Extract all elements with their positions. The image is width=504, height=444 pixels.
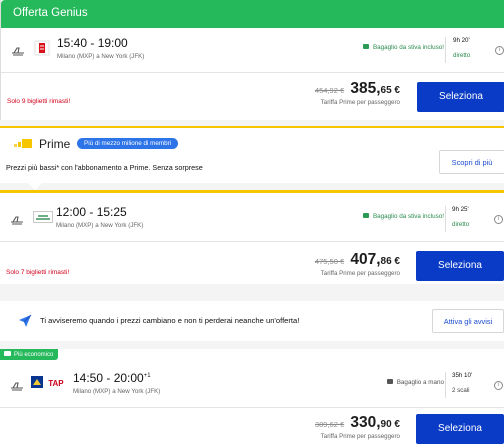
price-block: 454,92 € 385,65 € Tariffa Prime per pass… [315, 80, 400, 106]
baggage-icon [362, 213, 369, 218]
baggage-info: Bagaglio a mano [386, 379, 444, 386]
price-cents: 65 € [380, 85, 400, 96]
divider [445, 206, 446, 232]
price: 330,90 € [350, 414, 400, 431]
flight-segment[interactable]: TAP 14:50 - 20:00+1 Milano (MXP) a New Y… [0, 369, 504, 405]
flight-route: Milano (MXP) a New York (JFK) [73, 388, 161, 395]
divider [445, 372, 446, 398]
flight-times: 12:00 - 15:25 [56, 205, 127, 219]
divider [0, 241, 504, 242]
genius-offer-banner: Offerta Genius [1, 0, 504, 28]
members-badge: Più di mezzo milione di membri [77, 138, 179, 149]
prime-logo [14, 138, 32, 148]
flight-card-1: Offerta Genius 15:40 - 19:00 Milano (MXP… [0, 0, 504, 120]
banner-pointer [28, 183, 42, 190]
alert-bell-icon [18, 314, 32, 327]
fare-note: Tariffa Prime per passeggero [320, 99, 400, 106]
flight-times-main: 14:50 - 20:00 [73, 371, 144, 385]
info-icon[interactable]: i [495, 46, 504, 55]
price-block: 389,62 € 330,90 € Tariffa Prime per pass… [315, 414, 400, 440]
prime-banner: Prime Più di mezzo milione di membri Pre… [0, 126, 504, 183]
flight-segment[interactable]: 12:00 - 15:25 Milano (MXP) a New York (J… [0, 203, 504, 239]
baggage-label: Bagaglio da stiva incluso! [372, 213, 444, 220]
divider [0, 407, 504, 408]
flight-stops: diretto [452, 221, 470, 228]
flight-segment[interactable]: 15:40 - 19:00 Milano (MXP) a New York (J… [1, 34, 504, 70]
baggage-info: Bagaglio da stiva incluso! [362, 44, 444, 51]
airline-logo [33, 211, 53, 227]
baggage-icon [386, 379, 393, 384]
cheapest-label: Più economico [14, 352, 54, 358]
flight-times: 14:50 - 20:00+1 [73, 371, 151, 385]
baggage-label: Bagaglio da stiva incluso! [372, 44, 444, 51]
price: 385,65 € [350, 80, 400, 97]
flight-route: Milano (MXP) a New York (JFK) [56, 222, 144, 229]
info-icon[interactable]: i [494, 215, 503, 224]
divider [445, 37, 446, 63]
tickets-left: Solo 7 biglietti rimasti! [6, 269, 70, 276]
price-alert-banner: Ti avviseremo quando i prezzi cambiano e… [0, 301, 504, 341]
select-button[interactable]: Seleziona [417, 82, 504, 112]
baggage-info: Bagaglio da stiva incluso! [362, 213, 444, 220]
price-block: 475,50 € 407,86 € Tariffa Prime per pass… [315, 251, 400, 277]
airline-logos: TAP [31, 376, 65, 392]
tap-logo: TAP [48, 379, 64, 388]
flight-duration: 35h 10' [452, 372, 473, 379]
flight-duration: 9h 25' [452, 206, 469, 213]
discover-more-button[interactable]: Scopri di più [439, 150, 504, 174]
enable-alerts-button[interactable]: Attiva gli avvisi [432, 309, 504, 333]
cheapest-badge: Più economico [0, 349, 59, 360]
flight-card-3: Più economico TAP 14:50 - 20:00+1 Milano… [0, 349, 504, 444]
flight-stops: 2 scali [452, 387, 470, 394]
price-cents: 86 € [380, 256, 400, 267]
tickets-left: Solo 9 biglietti rimasti! [7, 98, 71, 105]
plane-icon [11, 44, 25, 58]
prime-title: Prime [39, 137, 71, 151]
flight-stops: diretto [453, 52, 471, 59]
price-main: 385, [350, 80, 381, 97]
price-main: 330, [350, 414, 381, 431]
flight-times: 15:40 - 19:00 [57, 36, 128, 50]
baggage-label: Bagaglio a mano [396, 379, 444, 386]
fare-note: Tariffa Prime per passeggero [320, 270, 400, 277]
old-price: 475,50 € [314, 257, 345, 266]
fare-note: Tariffa Prime per passeggero [320, 433, 400, 440]
select-button[interactable]: Seleziona [416, 251, 504, 281]
flight-card-2: 12:00 - 15:25 Milano (MXP) a New York (J… [0, 190, 504, 284]
airline-logo [34, 40, 50, 56]
tag-icon [4, 351, 11, 356]
select-button[interactable]: Seleziona [416, 414, 504, 444]
price-cents: 90 € [380, 419, 400, 430]
plane-icon [10, 379, 24, 393]
prime-description: Prezzi più bassi* con l'abbonamento a Pr… [6, 163, 203, 172]
flight-route: Milano (MXP) a New York (JFK) [57, 53, 145, 60]
plane-icon [10, 213, 24, 227]
flight-duration: 9h 20' [453, 37, 470, 44]
next-day-marker: +1 [143, 373, 151, 379]
price-main: 407, [350, 251, 381, 268]
alert-message: Ti avviseremo quando i prezzi cambiano e… [40, 316, 300, 325]
baggage-icon [362, 44, 369, 49]
price: 407,86 € [350, 251, 400, 268]
old-price: 389,62 € [314, 420, 345, 429]
info-icon[interactable]: i [494, 381, 503, 390]
divider [1, 72, 504, 73]
ryanair-logo [31, 376, 43, 388]
old-price: 454,92 € [314, 86, 345, 95]
